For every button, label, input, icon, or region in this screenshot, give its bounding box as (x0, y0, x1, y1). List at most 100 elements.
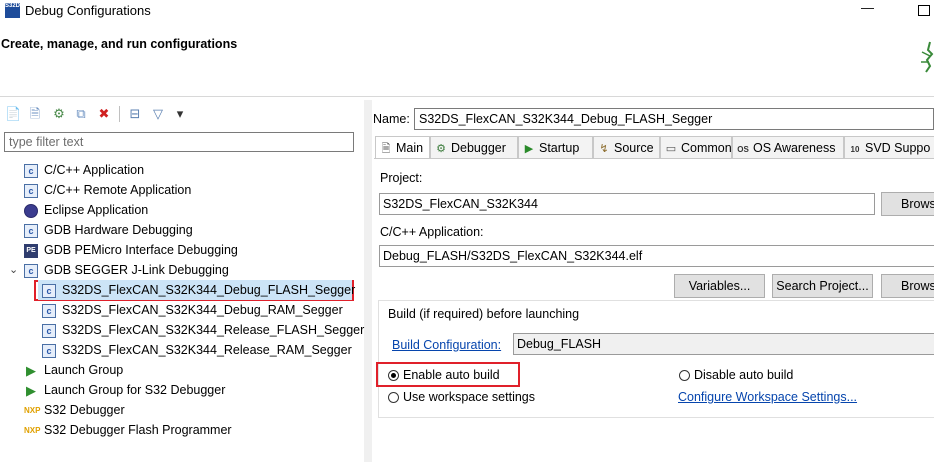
tree-item-label: S32DS_FlexCAN_S32K344_Release_FLASH_Segg… (62, 323, 365, 337)
highlight-box (376, 362, 520, 387)
tab-common[interactable]: ▭ Common (660, 136, 732, 158)
use-workspace-settings-radio[interactable] (388, 392, 399, 403)
launch-config-icon: ▶ (26, 382, 36, 398)
tab-svd-suppo-icon: 10 (850, 145, 860, 154)
header-separator (0, 96, 934, 97)
delete-icon[interactable]: ✖ (96, 106, 112, 122)
tree-item[interactable]: c C/C++ Remote Application (24, 180, 191, 200)
build-group-label: Build (if required) before launching (388, 307, 580, 321)
disable-auto-build-label[interactable]: Disable auto build (694, 368, 793, 382)
tree-item[interactable]: c C/C++ Application (24, 160, 144, 180)
application-browse-button[interactable]: Brows (881, 274, 934, 298)
application-input[interactable]: Debug_FLASH/S32DS_FlexCAN_S32K344.elf (379, 245, 934, 267)
tab-label: Debugger (451, 141, 506, 155)
tab-svd-suppo[interactable]: 10 SVD Suppo (844, 136, 934, 158)
launch-config-icon: ▶ (26, 362, 36, 378)
tree-item[interactable]: PE GDB PEMicro Interface Debugging (24, 240, 238, 260)
tab-debugger-icon: ⚙ (436, 143, 446, 155)
tree-child-item[interactable]: c S32DS_FlexCAN_S32K344_Release_RAM_Segge… (42, 340, 352, 360)
tab-bar: 🗎 Main ⚙ Debugger ▶ Startup ↯ Source ▭ Common OS OS… (375, 136, 934, 159)
tree-item-label: S32 Debugger (44, 403, 125, 417)
project-label: Project: (380, 171, 423, 185)
c-config-icon: c (24, 183, 38, 198)
application-label: C/C++ Application: (380, 225, 484, 239)
tree-item-label: S32DS_FlexCAN_S32K344_Release_RAM_Segger (62, 343, 352, 357)
tree-item[interactable]: Eclipse Application (24, 200, 148, 220)
project-browse-button[interactable]: Brows (881, 192, 934, 216)
export-icon[interactable]: ⚙ (51, 106, 67, 122)
tab-os-awareness[interactable]: OS OS Awareness (732, 136, 844, 158)
tree-item[interactable]: ▶ Launch Group for S32 Debugger (24, 380, 225, 400)
maximize-button[interactable] (918, 5, 930, 16)
page-title: Create, manage, and run configurations (1, 37, 238, 51)
c-config-icon: c (42, 343, 56, 358)
c-config-icon: c (24, 163, 38, 178)
new-prototype-icon[interactable]: 🗎 (27, 106, 43, 122)
filter-input[interactable] (4, 132, 354, 152)
tree-item-label: S32DS_FlexCAN_S32K344_Debug_FLASH_Segger (62, 283, 356, 297)
collapse-all-icon[interactable]: ⊟ (127, 106, 143, 122)
toolbar-separator (119, 106, 120, 122)
tab-os-awareness-icon: OS (737, 145, 749, 154)
chevron-down-icon[interactable]: ⌄ (9, 261, 18, 279)
tree-item[interactable]: NXP S32 Debugger (24, 400, 125, 420)
tree-item[interactable]: c GDB Hardware Debugging (24, 220, 193, 240)
tree-child-item[interactable]: c S32DS_FlexCAN_S32K344_Debug_FLASH_Segge… (38, 280, 356, 300)
nxp-config-icon: NXP (24, 405, 41, 415)
sash-divider[interactable] (364, 100, 372, 462)
tree-item-label: S32DS_FlexCAN_S32K344_Debug_RAM_Segger (62, 303, 343, 317)
tab-startup-icon: ▶ (524, 143, 534, 155)
tree-item-label: Eclipse Application (44, 203, 149, 217)
tree-item[interactable]: NXP S32 Debugger Flash Programmer (24, 420, 232, 440)
new-configuration-icon[interactable]: 📄 (5, 106, 21, 122)
tab-debugger[interactable]: ⚙ Debugger (430, 136, 518, 158)
duplicate-icon[interactable]: ⧉ (73, 106, 89, 122)
tab-main-icon: 🗎 (381, 143, 391, 155)
c-config-icon: c (42, 283, 56, 298)
tab-startup[interactable]: ▶ Startup (518, 136, 593, 158)
c-config-icon: c (24, 223, 38, 238)
c-config-icon: c (42, 303, 56, 318)
search-project-button[interactable]: Search Project... (772, 274, 873, 298)
disable-auto-build-radio[interactable] (679, 370, 690, 381)
tree-item-label: GDB Hardware Debugging (44, 223, 193, 237)
pe-config-icon: PE (24, 243, 38, 258)
tab-main[interactable]: 🗎 Main (375, 136, 430, 159)
tab-label: Source (614, 141, 654, 155)
window-title: Debug Configurations (25, 3, 151, 18)
tab-source-icon: ↯ (599, 143, 609, 155)
name-label: Name: (373, 112, 410, 126)
build-configuration-select[interactable]: Debug_FLASH (513, 333, 934, 355)
variables-button[interactable]: Variables... (674, 274, 765, 298)
tab-label: Main (396, 141, 424, 155)
minimize-button[interactable]: — (861, 0, 881, 15)
tree-child-item[interactable]: c S32DS_FlexCAN_S32K344_Release_FLASH_Seg… (42, 320, 364, 340)
use-workspace-settings-label[interactable]: Use workspace settings (403, 390, 535, 404)
filter-icon[interactable]: ▽ (150, 106, 166, 122)
tab-label: SVD Suppo (865, 141, 931, 155)
tab-source[interactable]: ↯ Source (593, 136, 660, 158)
tab-label: Common (681, 141, 732, 155)
name-input[interactable] (414, 108, 934, 130)
c-config-icon: c (42, 323, 56, 338)
tab-common-icon: ▭ (665, 143, 677, 155)
configure-workspace-settings-link[interactable]: Configure Workspace Settings... (678, 390, 857, 404)
tree-item[interactable]: ▶ Launch Group (24, 360, 123, 380)
tree-item[interactable]: c GDB SEGGER J-Link Debugging (24, 260, 229, 280)
debug-banner-icon (921, 41, 934, 73)
project-input[interactable]: S32DS_FlexCAN_S32K344 (379, 193, 875, 215)
tree-item-label: Launch Group for S32 Debugger (44, 383, 226, 397)
tree-item-label: C/C++ Remote Application (44, 183, 192, 197)
eclipse-config-icon (24, 203, 38, 218)
nxp-config-icon: NXP (24, 425, 41, 435)
view-menu-icon[interactable]: ▾ (172, 106, 188, 122)
tree-child-item[interactable]: c S32DS_FlexCAN_S32K344_Debug_RAM_Segger (42, 300, 343, 320)
tree-item-label: S32 Debugger Flash Programmer (44, 423, 232, 437)
c-config-icon: c (24, 263, 38, 278)
tree-item-label: Launch Group (44, 363, 124, 377)
tab-label: Startup (539, 141, 580, 155)
tab-label: OS Awareness (753, 141, 836, 155)
build-configuration-link[interactable]: Build Configuration: (392, 338, 501, 352)
tree-item-label: GDB SEGGER J-Link Debugging (44, 263, 229, 277)
tree-item-label: GDB PEMicro Interface Debugging (44, 243, 238, 257)
